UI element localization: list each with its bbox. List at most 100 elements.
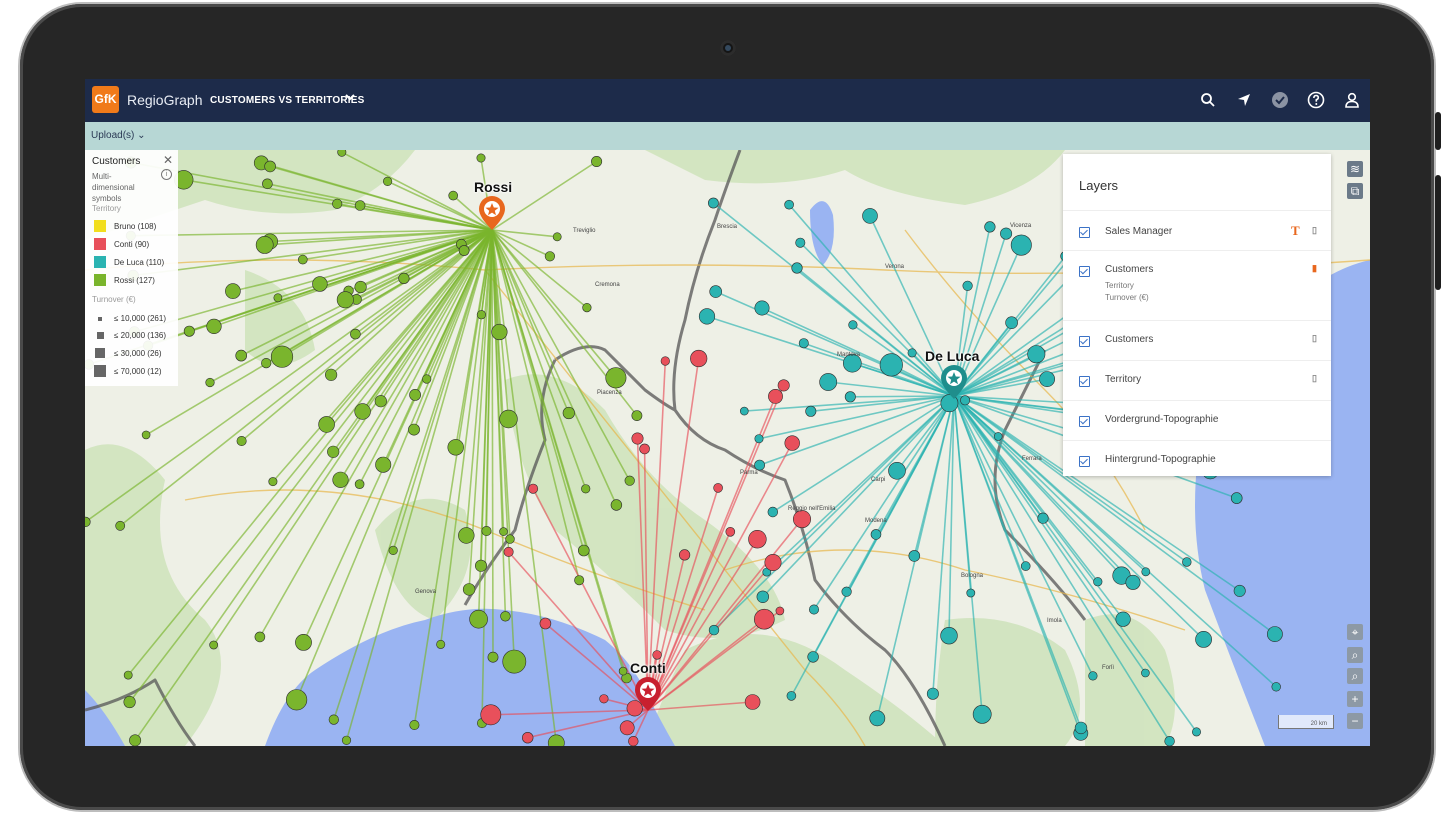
customer-symbol[interactable]: [264, 160, 276, 173]
customer-symbol[interactable]: [1195, 630, 1213, 648]
help-icon[interactable]: [1306, 90, 1326, 110]
customer-symbol[interactable]: [1020, 561, 1031, 571]
customer-symbol[interactable]: [236, 435, 247, 446]
customer-symbol[interactable]: [708, 197, 719, 209]
customer-symbol[interactable]: [528, 483, 539, 494]
customer-symbol[interactable]: [262, 178, 273, 190]
customer-symbol[interactable]: [777, 379, 790, 392]
customer-symbol[interactable]: [795, 237, 806, 248]
customer-symbol[interactable]: [129, 734, 142, 746]
customer-symbol[interactable]: [123, 695, 136, 709]
customer-symbol[interactable]: [480, 704, 502, 726]
customer-symbol[interactable]: [298, 254, 308, 265]
customer-symbol[interactable]: [574, 575, 585, 586]
search-icon[interactable]: [1198, 90, 1218, 110]
customer-symbol[interactable]: [784, 199, 794, 210]
customer-symbol[interactable]: [993, 432, 1003, 441]
copy-icon[interactable]: ⧉: [1347, 183, 1363, 199]
customer-symbol[interactable]: [784, 435, 800, 451]
customer-symbol[interactable]: [354, 479, 365, 490]
customer-symbol[interactable]: [631, 410, 643, 421]
customer-symbol[interactable]: [268, 477, 278, 487]
customer-symbol[interactable]: [522, 731, 534, 744]
customer-symbol[interactable]: [708, 624, 720, 636]
customer-symbol[interactable]: [754, 300, 770, 316]
user-icon[interactable]: [1342, 90, 1362, 110]
customer-symbol[interactable]: [318, 416, 335, 433]
customer-symbol[interactable]: [476, 310, 487, 320]
customer-symbol[interactable]: [354, 280, 367, 294]
customer-symbol[interactable]: [1027, 345, 1046, 364]
customer-symbol[interactable]: [270, 345, 294, 368]
customer-symbol[interactable]: [350, 328, 361, 340]
customer-symbol[interactable]: [273, 293, 283, 303]
customer-symbol[interactable]: [754, 434, 764, 444]
text-style-icon[interactable]: T: [1291, 223, 1300, 239]
customer-symbol[interactable]: [960, 395, 971, 406]
map-pin-icon[interactable]: ⌖: [1347, 624, 1363, 640]
customer-symbol[interactable]: [786, 691, 797, 701]
customer-symbol[interactable]: [1192, 727, 1202, 737]
customer-symbol[interactable]: [581, 484, 591, 494]
customer-symbol[interactable]: [436, 639, 446, 649]
customer-symbol[interactable]: [286, 689, 308, 711]
customer-symbol[interactable]: [462, 583, 476, 596]
customer-symbol[interactable]: [458, 527, 475, 544]
customer-symbol[interactable]: [739, 406, 749, 416]
customer-symbol[interactable]: [618, 666, 628, 676]
customer-symbol[interactable]: [552, 232, 562, 242]
customer-symbol[interactable]: [628, 736, 639, 746]
customer-symbol[interactable]: [626, 700, 643, 717]
layer-checkbox[interactable]: [1079, 227, 1090, 238]
customer-symbol[interactable]: [966, 588, 976, 598]
customer-symbol[interactable]: [775, 606, 785, 616]
customer-symbol[interactable]: [1164, 736, 1175, 746]
customer-symbol[interactable]: [713, 483, 723, 493]
customer-symbol[interactable]: [972, 704, 992, 724]
status-check-icon[interactable]: [1270, 90, 1290, 110]
customer-symbol[interactable]: [869, 710, 886, 727]
customer-symbol[interactable]: [862, 208, 878, 224]
customer-symbol[interactable]: [491, 323, 508, 341]
customer-symbol[interactable]: [481, 525, 492, 536]
customer-symbol[interactable]: [754, 459, 765, 471]
layer-row-sales-manager[interactable]: Sales Manager T ▯: [1063, 210, 1331, 251]
customer-symbol[interactable]: [341, 735, 352, 745]
layer-checkbox[interactable]: [1079, 266, 1090, 277]
customer-symbol[interactable]: [141, 430, 151, 440]
layer-row-customers[interactable]: Customers ▯: [1063, 320, 1331, 361]
customer-symbol[interactable]: [544, 251, 556, 262]
customer-symbol[interactable]: [767, 506, 778, 518]
customer-symbol[interactable]: [1233, 584, 1246, 597]
customer-symbol[interactable]: [940, 627, 958, 645]
layer-row-territory[interactable]: Territory ▯: [1063, 360, 1331, 401]
customer-symbol[interactable]: [408, 423, 420, 436]
customer-symbol[interactable]: [500, 611, 511, 622]
customer-symbol[interactable]: [1182, 557, 1192, 567]
customer-symbol[interactable]: [591, 156, 603, 167]
customer-symbol[interactable]: [639, 443, 650, 455]
uploads-menu[interactable]: Upload(s) ⌄: [91, 130, 146, 141]
zoom-extent-icon[interactable]: ⌕: [1347, 647, 1363, 663]
project-selector-label[interactable]: CUSTOMERS VS TERRITORIES: [210, 95, 364, 106]
customer-symbol[interactable]: [206, 318, 222, 334]
zoom-in-button[interactable]: +: [1347, 691, 1363, 707]
customer-symbol[interactable]: [447, 439, 464, 456]
customer-symbol[interactable]: [336, 291, 354, 309]
customer-symbol[interactable]: [458, 245, 470, 256]
layer-checkbox[interactable]: [1079, 416, 1090, 427]
customer-symbol[interactable]: [690, 349, 708, 368]
uploads-menu-label[interactable]: Upload(s): [91, 130, 134, 141]
customer-symbol[interactable]: [819, 373, 838, 391]
customer-symbol[interactable]: [205, 377, 215, 388]
customer-symbol[interactable]: [487, 651, 499, 663]
customer-symbol[interactable]: [605, 367, 627, 389]
customer-symbol[interactable]: [748, 530, 767, 549]
customer-symbol[interactable]: [1115, 611, 1131, 627]
customer-symbol[interactable]: [1010, 234, 1032, 256]
customer-symbol[interactable]: [225, 283, 241, 299]
customer-symbol[interactable]: [768, 388, 783, 404]
layers-stack-icon[interactable]: ≋: [1347, 161, 1363, 177]
info-icon[interactable]: i: [161, 169, 172, 180]
customer-symbol[interactable]: [499, 409, 518, 429]
